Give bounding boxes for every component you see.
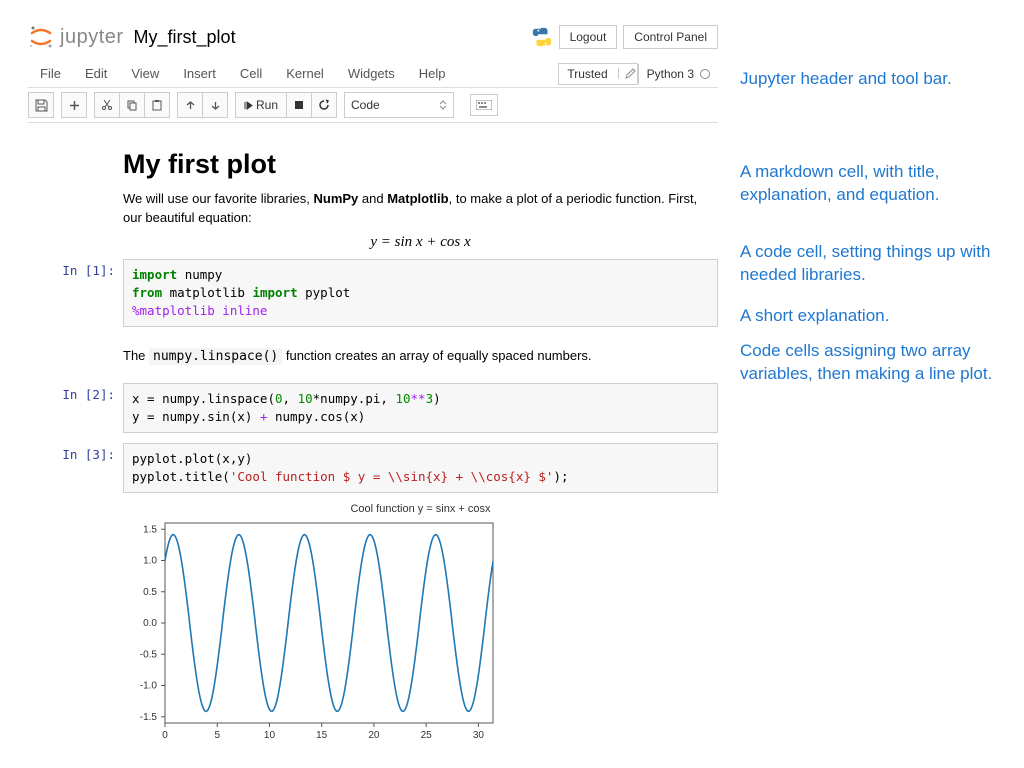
annotations: Jupyter header and tool bar. A markdown … — [740, 68, 1000, 422]
svg-text:0.5: 0.5 — [143, 587, 157, 598]
svg-text:1.0: 1.0 — [143, 556, 157, 567]
cell-type-label: Code — [351, 98, 380, 112]
menu-cell[interactable]: Cell — [228, 62, 274, 85]
toolbar: Run Code — [28, 88, 718, 123]
md-equation: y = sin x + cos x — [123, 234, 718, 251]
svg-text:5: 5 — [214, 730, 220, 741]
svg-text:1.5: 1.5 — [143, 525, 157, 536]
menu-file[interactable]: File — [28, 62, 73, 85]
pencil-icon — [618, 68, 629, 79]
plot-output: Cool function y = sinx + cosx -1.5 -1.0 -0… — [123, 503, 718, 747]
kernel-indicator[interactable]: Python 3 — [638, 64, 718, 84]
svg-text:0: 0 — [162, 730, 168, 741]
menubar: File Edit View Insert Cell Kernel Widget… — [28, 60, 718, 88]
paste-button[interactable] — [144, 92, 170, 118]
menu-help[interactable]: Help — [407, 62, 458, 85]
move-up-button[interactable] — [177, 92, 203, 118]
svg-text:20: 20 — [368, 730, 380, 741]
annotation-1: Jupyter header and tool bar. — [740, 68, 1000, 91]
plot-title: Cool function y = sinx + cosx — [123, 503, 718, 515]
run-button[interactable]: Run — [235, 92, 287, 118]
svg-text:-1.5: -1.5 — [140, 712, 158, 723]
restart-button[interactable] — [311, 92, 337, 118]
svg-text:-0.5: -0.5 — [140, 650, 158, 661]
menu-edit[interactable]: Edit — [73, 62, 119, 85]
notebook-title[interactable]: My_first_plot — [134, 27, 236, 48]
kernel-label: Python 3 — [647, 67, 694, 81]
prompt-in-1: In [1]: — [28, 259, 123, 327]
annotation-5: Code cells assigning two array variables… — [740, 340, 1000, 386]
trusted-label: Trusted — [567, 67, 607, 81]
notebook-container: jupyter My_first_plot Logout Control Pan… — [28, 22, 718, 747]
notebook-content: My first plot We will use our favorite l… — [28, 123, 718, 747]
jupyter-logo-icon — [28, 24, 54, 50]
svg-text:0.0: 0.0 — [143, 618, 157, 629]
add-cell-button[interactable] — [61, 92, 87, 118]
annotation-4: A short explanation. — [740, 305, 1000, 328]
menu-view[interactable]: View — [119, 62, 171, 85]
svg-text:25: 25 — [421, 730, 433, 741]
code-cell-2[interactable]: In [2]: x = numpy.linspace(0, 10*numpy.p… — [28, 383, 718, 433]
code-input-1[interactable]: import numpy from matplotlib import pypl… — [123, 259, 718, 327]
interrupt-button[interactable] — [286, 92, 312, 118]
run-icon — [244, 101, 253, 110]
copy-button[interactable] — [119, 92, 145, 118]
md-title: My first plot — [123, 149, 718, 180]
code-input-3[interactable]: pyplot.plot(x,y) pyplot.title('Cool func… — [123, 443, 718, 493]
select-chevrons-icon — [439, 100, 447, 110]
annotation-2: A markdown cell, with title, explanation… — [740, 161, 1000, 207]
svg-text:-1.0: -1.0 — [140, 681, 158, 692]
control-panel-button[interactable]: Control Panel — [623, 25, 718, 49]
svg-text:10: 10 — [264, 730, 276, 741]
prompt-in-2: In [2]: — [28, 383, 123, 433]
menu-kernel[interactable]: Kernel — [274, 62, 336, 85]
md-paragraph: We will use our favorite libraries, NumP… — [123, 190, 718, 228]
save-button[interactable] — [28, 92, 54, 118]
svg-text:30: 30 — [473, 730, 485, 741]
menu-widgets[interactable]: Widgets — [336, 62, 407, 85]
code-cell-1[interactable]: In [1]: import numpy from matplotlib imp… — [28, 259, 718, 327]
command-palette-button[interactable] — [470, 94, 498, 116]
run-label: Run — [256, 98, 278, 112]
trusted-indicator[interactable]: Trusted — [558, 63, 637, 85]
prompt-in-3: In [3]: — [28, 443, 123, 493]
code-cell-3[interactable]: In [3]: pyplot.plot(x,y) pyplot.title('C… — [28, 443, 718, 493]
line-chart: -1.5 -1.0 -0.5 0.0 0.5 1.0 1.5 0 5 10 15 20 25 30 — [123, 517, 503, 747]
annotation-3: A code cell, setting things up with need… — [740, 241, 1000, 287]
md2-paragraph: The numpy.linspace() function creates an… — [123, 347, 718, 367]
svg-text:15: 15 — [316, 730, 328, 741]
jupyter-logo[interactable]: jupyter — [28, 24, 124, 50]
menu-insert[interactable]: Insert — [171, 62, 228, 85]
code-input-2[interactable]: x = numpy.linspace(0, 10*numpy.pi, 10**3… — [123, 383, 718, 433]
python-logo-icon — [531, 26, 553, 48]
jupyter-logo-text: jupyter — [60, 26, 124, 49]
logout-button[interactable]: Logout — [559, 25, 618, 49]
header-right: Logout Control Panel — [531, 25, 718, 49]
cut-button[interactable] — [94, 92, 120, 118]
markdown-cell-1[interactable]: My first plot We will use our favorite l… — [123, 143, 718, 259]
kernel-idle-icon — [700, 69, 710, 79]
header: jupyter My_first_plot Logout Control Pan… — [28, 22, 718, 52]
move-down-button[interactable] — [202, 92, 228, 118]
markdown-cell-2[interactable]: The numpy.linspace() function creates an… — [123, 337, 718, 383]
cell-type-select[interactable]: Code — [344, 92, 454, 118]
